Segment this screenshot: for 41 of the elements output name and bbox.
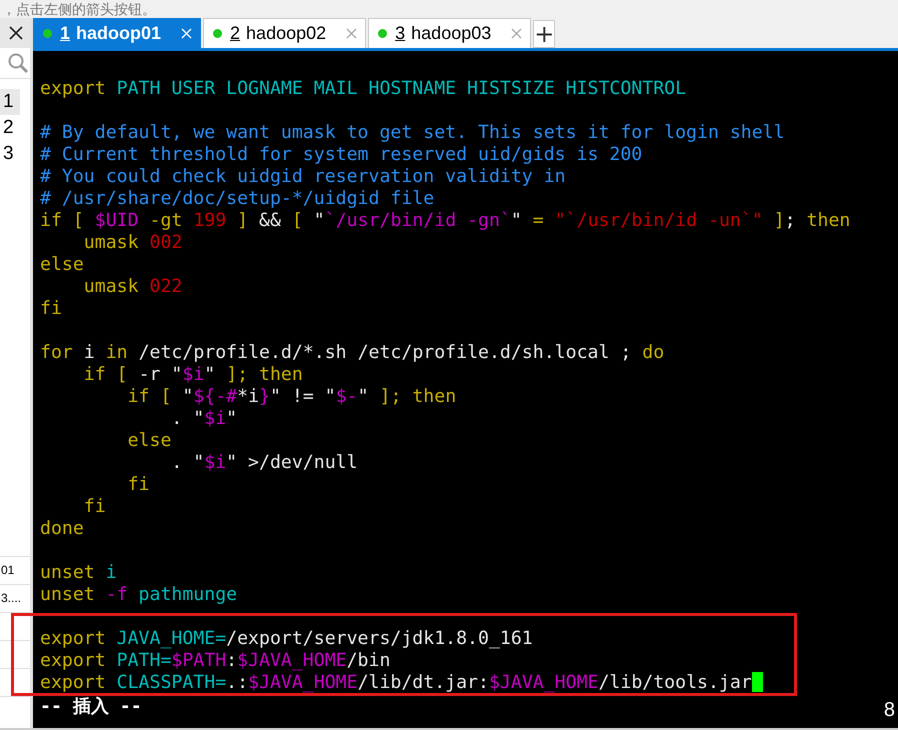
mode-indicator: -- 插入 -- — [40, 696, 142, 718]
code-line: fi — [126, 474, 150, 496]
session-tab[interactable]: 3 hadoop03 — [368, 18, 532, 48]
code-line: # /usr/share/doc/setup-*/uidgid file — [40, 188, 434, 210]
code-line: else — [126, 430, 172, 452]
tab-label: 1 hadoop01 — [60, 23, 162, 44]
code-line: export PATH=$PATH:$JAVA_HOME/bin — [40, 650, 390, 672]
code-line: fi — [82, 496, 106, 518]
code-line: unset -f pathmunge — [40, 584, 238, 606]
code-line: umask 002 — [82, 232, 182, 254]
list-item[interactable]: 3 — [0, 141, 20, 167]
code-line: # You could check uidgid reservation validity in — [40, 166, 566, 188]
code-line: for i in /etc/profile.d/*.sh /etc/profile.d/sh.local ; do — [40, 342, 664, 364]
tab-label: 2 hadoop02 — [230, 23, 326, 44]
code-line: if [ "${-#*i}" != "$-" ]; then — [126, 386, 456, 408]
list-item[interactable]: 1 — [0, 89, 20, 115]
code-line: fi — [40, 298, 62, 320]
session-tab[interactable]: 1 hadoop01 — [33, 18, 202, 48]
code-line: . "$i" >/dev/null — [170, 452, 358, 474]
new-tab-button[interactable]: + — [533, 20, 556, 48]
code-line: if [ -r "$i" ]; then — [82, 364, 303, 386]
session-tab[interactable]: 2 hadoop02 — [203, 18, 366, 48]
code-line: else — [40, 254, 84, 276]
code-line: umask 022 — [82, 276, 182, 298]
close-icon[interactable] — [9, 26, 23, 40]
code-line: . "$i" — [170, 408, 238, 430]
list-row[interactable]: 01 — [0, 556, 30, 584]
code-line: # Current threshold for system reserved uid/gids is 200 — [40, 144, 642, 166]
code-line: export JAVA_HOME=/export/servers/jdk1.8.0_161 — [40, 628, 533, 650]
hint-text: ，点击左侧的箭头按钮。 — [2, 0, 156, 18]
code-line: unset i — [40, 562, 117, 584]
search-icon[interactable] — [7, 52, 29, 74]
code-line: done — [40, 518, 84, 540]
list-item[interactable]: 2 — [0, 115, 20, 141]
cursor-position: 8 — [884, 699, 895, 722]
list-row[interactable]: 3.... — [0, 584, 30, 612]
code-line: export PATH USER LOGNAME MAIL HOSTNAME HISTSIZE HISTCONTROL — [40, 78, 686, 100]
code-line: export CLASSPATH=.:$JAVA_HOME/lib/dt.jar:$JAVA_HOME/lib/tools.jar — [40, 672, 763, 694]
code-line: if [ $UID -gt 199 ] && [ "`/usr/bin/id -gn`" = "`/usr/bin/id -un`" ]; then — [40, 210, 850, 232]
code-line: # By default, we want umask to get set. This sets it for login shell — [40, 122, 785, 144]
tab-label: 3 hadoop03 — [395, 23, 492, 44]
